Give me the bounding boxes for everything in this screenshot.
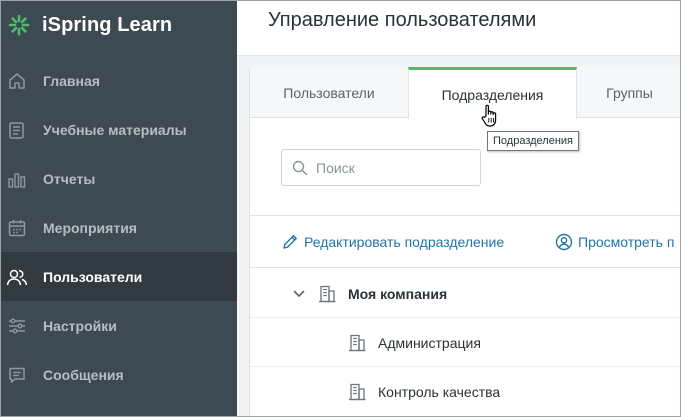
tab-users[interactable]: Пользователи xyxy=(250,67,408,118)
bar-chart-icon xyxy=(6,168,28,190)
tree-item-label: Контроль качества xyxy=(378,384,501,400)
search-box xyxy=(281,149,481,186)
users-icon xyxy=(6,266,28,288)
tree-row-quality-control[interactable]: Контроль качества xyxy=(250,367,681,416)
main-area: Управление пользователями Пользователи П… xyxy=(237,0,681,417)
sliders-icon xyxy=(6,315,28,337)
sidebar-item-label: Сообщения xyxy=(43,366,124,383)
search-input[interactable] xyxy=(316,159,476,176)
sidebar-item-events[interactable]: Мероприятия xyxy=(0,203,237,252)
tab-groups[interactable]: Группы xyxy=(577,67,681,118)
sidebar-item-users[interactable]: Пользователи xyxy=(0,252,237,301)
message-icon xyxy=(6,364,28,386)
building-icon xyxy=(349,383,366,401)
page-header: Управление пользователями xyxy=(237,0,681,56)
tree-row-root[interactable]: Моя компания xyxy=(250,269,681,318)
tree-row-administration[interactable]: Администрация xyxy=(250,318,681,367)
sidebar-item-learning-materials[interactable]: Учебные материалы xyxy=(0,105,237,154)
page-title: Управление пользователями xyxy=(268,9,537,31)
search-icon xyxy=(292,160,308,175)
building-icon xyxy=(349,334,366,352)
sidebar-item-reports[interactable]: Отчеты xyxy=(0,154,237,203)
edit-department-button[interactable]: Редактировать подразделение xyxy=(281,216,504,267)
sidebar-item-label: Отчеты xyxy=(43,170,96,187)
tree-item-label: Администрация xyxy=(378,335,481,351)
content-card: Пользователи Подразделения Группы Редакт… xyxy=(249,67,681,417)
action-bar: Редактировать подразделение Просмотреть … xyxy=(250,215,681,268)
calendar-icon xyxy=(6,217,28,239)
edit-department-label: Редактировать подразделение xyxy=(304,233,505,250)
home-icon xyxy=(6,70,28,92)
sidebar-item-label: Пользователи xyxy=(43,268,143,285)
user-circle-icon xyxy=(555,233,573,250)
sidebar-item-label: Мероприятия xyxy=(43,219,137,236)
sidebar-item-settings[interactable]: Настройки xyxy=(0,301,237,350)
sidebar-item-label: Главная xyxy=(43,72,100,89)
sidebar: iSpring Learn Главная Учебные материалы … xyxy=(0,0,237,417)
book-icon xyxy=(6,119,28,141)
brand[interactable]: iSpring Learn xyxy=(0,0,237,50)
sidebar-item-home[interactable]: Главная xyxy=(0,56,237,105)
sidebar-item-label: Учебные материалы xyxy=(43,121,187,138)
building-icon xyxy=(319,285,336,303)
view-label: Просмотреть п xyxy=(578,233,675,250)
hand-cursor-icon xyxy=(481,104,497,127)
ispring-logo-icon xyxy=(8,14,30,36)
tooltip: Подразделения xyxy=(487,131,579,151)
tree-root-label: Моя компания xyxy=(348,286,448,302)
tab-bar: Пользователи Подразделения Группы xyxy=(250,67,681,119)
chevron-down-icon[interactable] xyxy=(292,287,306,301)
pencil-icon xyxy=(283,234,297,249)
view-button[interactable]: Просмотреть п xyxy=(555,216,674,267)
sidebar-item-messages[interactable]: Сообщения xyxy=(0,350,237,399)
app-name: iSpring Learn xyxy=(42,13,173,36)
sidebar-item-label: Настройки xyxy=(43,317,117,334)
